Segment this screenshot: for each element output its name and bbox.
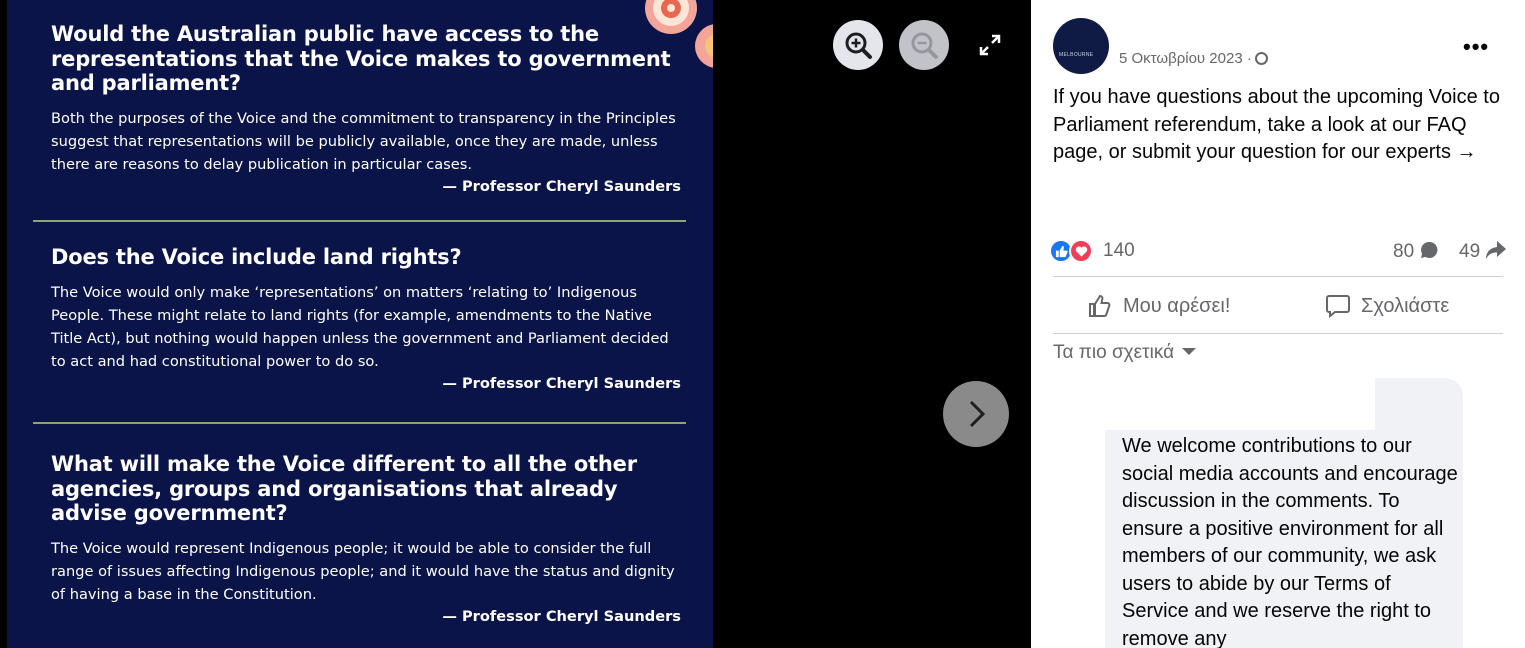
- post-text: If you have questions about the upcoming…: [1053, 86, 1500, 163]
- section-divider: [33, 422, 686, 424]
- faq-question-1: Would the Australian public have access …: [51, 22, 671, 95]
- photo-viewer: Would the Australian public have access …: [0, 0, 1031, 648]
- sort-label: Τα πιο σχετικά: [1053, 342, 1175, 363]
- faq-attribution-1: — Professor Cheryl Saunders: [442, 177, 681, 195]
- love-reaction-icon[interactable]: [1069, 239, 1093, 263]
- more-options-icon[interactable]: •••: [1463, 34, 1489, 60]
- comment-button[interactable]: Σχολιάστε: [1325, 290, 1449, 322]
- comment-label: Σχολιάστε: [1361, 294, 1450, 317]
- faq-answer-3: The Voice would represent Indigenous peo…: [51, 539, 675, 603]
- faq-section-2: Does the Voice include land rights? The …: [51, 245, 681, 395]
- reactions-bar: 140 80 49: [1049, 237, 1511, 265]
- faq-attribution-3: — Professor Cheryl Saunders: [442, 607, 681, 625]
- faq-question-2: Does the Voice include land rights?: [51, 245, 462, 269]
- faq-question-3: What will make the Voice different to al…: [51, 452, 637, 525]
- expand-icon[interactable]: [978, 33, 1002, 57]
- zoom-in-button[interactable]: [833, 20, 883, 70]
- next-photo-button[interactable]: [943, 381, 1009, 447]
- shares-count-value: 49: [1459, 241, 1481, 262]
- faq-answer-1: Both the purposes of the Voice and the c…: [51, 109, 676, 173]
- zoom-in-icon: [845, 32, 872, 59]
- comments-count[interactable]: 80: [1393, 240, 1439, 263]
- shares-count[interactable]: 49: [1459, 240, 1507, 263]
- post-sidebar: MELBOURNE 5 Οκτωβρίου 2023 · ••• If you …: [1031, 0, 1525, 648]
- comment-icon: [1326, 295, 1350, 319]
- comment-bubble-icon: [1421, 241, 1438, 258]
- faq-attribution-2: — Professor Cheryl Saunders: [442, 374, 681, 392]
- zoom-out-icon: [911, 32, 938, 59]
- comments-count-value: 80: [1393, 241, 1415, 262]
- page-avatar[interactable]: MELBOURNE: [1053, 18, 1109, 74]
- faq-section-1: Would the Australian public have access …: [51, 22, 681, 198]
- faq-section-3: What will make the Voice different to al…: [51, 452, 681, 628]
- avatar-label: MELBOURNE: [1059, 52, 1094, 58]
- like-button[interactable]: Μου αρέσει!: [1087, 290, 1230, 322]
- divider: [1053, 276, 1503, 277]
- like-label: Μου αρέσει!: [1123, 294, 1231, 317]
- caret-down-icon: [1182, 348, 1197, 355]
- post-image: Would the Australian public have access …: [7, 0, 713, 648]
- divider: [1053, 333, 1503, 334]
- zoom-out-button[interactable]: [899, 20, 949, 70]
- comment-sort-dropdown[interactable]: Τα πιο σχετικά: [1053, 342, 1197, 364]
- post-date[interactable]: 5 Οκτωβρίου 2023 ·: [1119, 50, 1268, 67]
- section-divider: [33, 220, 686, 222]
- globe-icon: [1254, 52, 1268, 65]
- comment-text: We welcome contributions to our social m…: [1122, 435, 1458, 648]
- reactions-count[interactable]: 140: [1103, 240, 1135, 262]
- chevron-right-icon: [969, 400, 986, 428]
- faq-answer-2: The Voice would only make ‘representatio…: [51, 283, 669, 370]
- thumbs-up-icon: [1089, 294, 1111, 317]
- post-date-text: 5 Οκτωβρίου 2023 ·: [1119, 50, 1252, 67]
- share-arrow-icon: [1486, 241, 1507, 259]
